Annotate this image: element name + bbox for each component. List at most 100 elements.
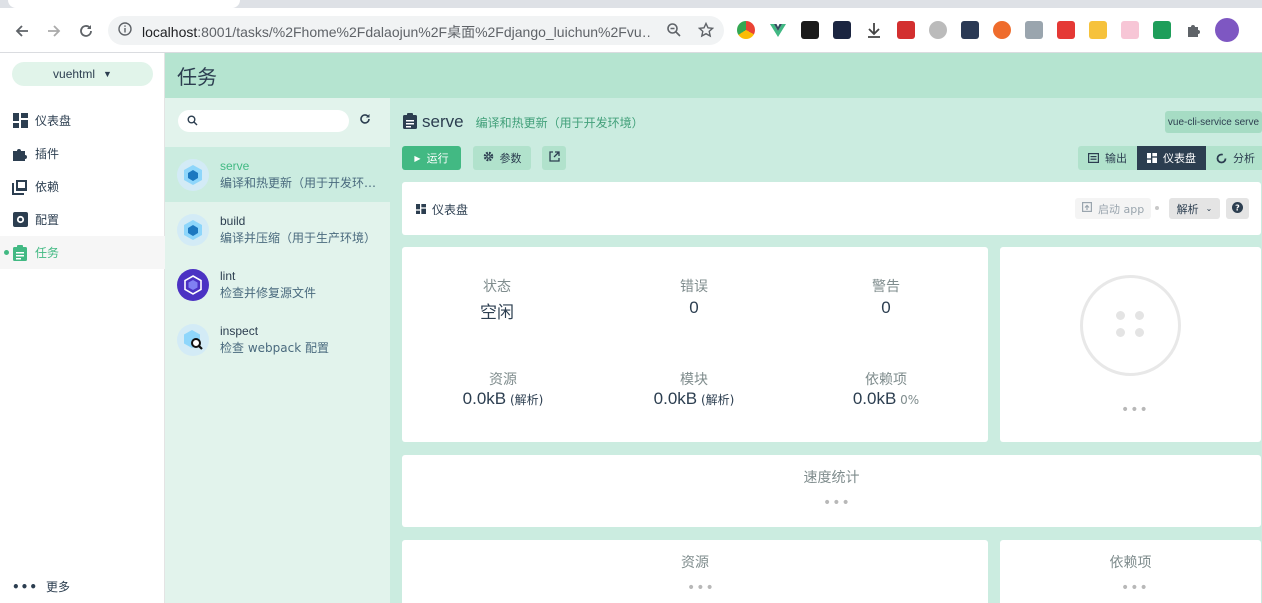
nav-item-dashboard[interactable]: 仪表盘 — [0, 104, 165, 137]
extension-icon[interactable] — [897, 21, 915, 39]
run-label: 运行 — [426, 152, 449, 165]
stat-label: 错误 — [680, 279, 708, 295]
more-icon: ••• — [12, 579, 39, 594]
eslint-icon — [177, 269, 209, 301]
zoom-icon[interactable] — [666, 22, 682, 41]
task-description: 检查 webpack 配置 — [220, 341, 329, 355]
section-title: 速度统计 — [803, 470, 860, 486]
site-info-icon[interactable] — [118, 22, 132, 39]
browser-active-tab[interactable] — [8, 0, 240, 8]
stat-note: 0% — [900, 393, 920, 407]
more-button[interactable]: ••• 更多 — [12, 578, 70, 595]
back-icon[interactable] — [11, 20, 33, 42]
extension-icon[interactable] — [1153, 21, 1171, 39]
extension-icon[interactable] — [993, 21, 1011, 39]
left-sidebar: vuehtml ▼ 仪表盘 插件 依赖 配置 任务 ••• 更多 — [0, 53, 165, 603]
reload-icon[interactable] — [75, 20, 97, 42]
tab-output[interactable]: 输出 — [1078, 146, 1137, 170]
library-icon — [12, 179, 28, 195]
puzzle-icon — [12, 146, 28, 162]
svg-text:?: ? — [1235, 203, 1240, 212]
dashboard-title-text: 仪表盘 — [432, 203, 469, 217]
webpack-icon — [177, 214, 209, 246]
extension-icon[interactable] — [833, 21, 851, 39]
dashboard-title: 仪表盘 — [416, 201, 468, 218]
extension-icon[interactable] — [1121, 21, 1139, 39]
params-button[interactable]: 参数 — [473, 146, 531, 170]
stat-value: 0.0kB — [653, 389, 698, 408]
dashboard-icon — [416, 203, 432, 217]
profile-avatar[interactable] — [1215, 18, 1239, 42]
dashboard-icon — [12, 113, 28, 129]
run-button[interactable]: ▶ 运行 — [402, 146, 461, 170]
stat-value: 0 — [689, 298, 699, 317]
nav-item-dependencies[interactable]: 依赖 — [0, 170, 165, 203]
dependencies-card: 依赖项 ••• — [1000, 540, 1261, 603]
mode-select-value: 解析 — [1176, 202, 1199, 216]
task-detail: serve 编译和热更新（用于开发环境） vue-cli-service ser… — [390, 98, 1262, 603]
help-icon: ? — [1232, 201, 1243, 216]
loading-indicator: ••• — [1121, 402, 1149, 418]
tab-label: 分析 — [1233, 152, 1255, 165]
idle-face-icon — [1080, 275, 1181, 376]
tab-label: 输出 — [1105, 152, 1127, 165]
task-item-serve[interactable]: serve 编译和热更新（用于开发环境） — [165, 147, 390, 202]
nav-item-label: 任务 — [35, 246, 60, 260]
nav-item-label: 依赖 — [35, 180, 60, 194]
view-tabs: 输出 仪表盘 分析 — [1078, 146, 1262, 170]
dashboard-icon — [1147, 153, 1157, 163]
download-icon[interactable] — [865, 21, 883, 39]
stat-label: 依赖项 — [865, 372, 907, 388]
forward-icon[interactable] — [43, 20, 65, 42]
search-icon — [187, 115, 198, 129]
assets-card: 资源 ••• — [402, 540, 988, 603]
start-app-button[interactable]: 启动 app — [1075, 198, 1152, 219]
extension-icon[interactable] — [1057, 21, 1075, 39]
bookmark-star-icon[interactable] — [697, 21, 715, 41]
help-button[interactable]: ? — [1226, 198, 1249, 219]
vue-devtools-icon[interactable] — [769, 21, 787, 39]
project-name: vuehtml — [53, 67, 96, 81]
build-stats-card: 状态 空闲 错误 0 警告 0 资源 0.0kB (解析) 模块 0.0kB (… — [402, 247, 988, 442]
project-selector[interactable]: vuehtml ▼ — [12, 62, 153, 86]
url-text: localhost:8001/tasks/%2Fhome%2Fdalaojun%… — [142, 24, 652, 40]
chrome-extension-icon[interactable] — [737, 21, 755, 39]
open-in-new-icon — [548, 151, 560, 165]
nav-item-configuration[interactable]: 配置 — [0, 203, 165, 236]
image-extension-icon[interactable] — [1025, 21, 1043, 39]
task-item-build[interactable]: build 编译并压缩（用于生产环境） — [165, 202, 390, 257]
nav-item-label: 配置 — [35, 213, 60, 227]
chevron-down-icon: ⌄ — [1205, 204, 1213, 213]
extension-icon[interactable] — [1089, 21, 1107, 39]
webpack-icon — [177, 159, 209, 191]
stat-value: 0.0kB — [852, 389, 897, 408]
task-item-lint[interactable]: lint 检查并修复源文件 — [165, 257, 390, 312]
open-external-button[interactable] — [542, 146, 566, 170]
task-name: inspect — [220, 324, 259, 338]
stat-status: 状态 空闲 — [402, 276, 592, 323]
command-badge: vue-cli-service serve — [1165, 111, 1262, 133]
stat-value: 空闲 — [480, 303, 514, 323]
extension-icon[interactable] — [961, 21, 979, 39]
inspect-icon — [177, 324, 209, 356]
stat-label: 状态 — [483, 279, 511, 295]
tab-dashboard[interactable]: 仪表盘 — [1137, 146, 1206, 170]
extension-icon[interactable] — [801, 21, 819, 39]
tab-analyze[interactable]: 分析 — [1206, 146, 1262, 170]
nav-item-tasks[interactable]: 任务 — [0, 236, 165, 269]
task-title: serve — [422, 112, 464, 131]
start-app-label: 启动 app — [1098, 202, 1145, 216]
nav-item-plugins[interactable]: 插件 — [0, 137, 165, 170]
puzzle-extensions-icon[interactable] — [1185, 21, 1203, 39]
extension-icon[interactable] — [929, 21, 947, 39]
browser-tab-strip — [0, 0, 1262, 8]
gear-icon — [483, 151, 494, 165]
refresh-icon[interactable] — [359, 113, 371, 128]
loading-indicator: ••• — [823, 495, 851, 511]
mode-select[interactable]: 解析 ⌄ — [1169, 198, 1220, 219]
status-indicator-card: ••• — [1000, 247, 1261, 442]
address-bar[interactable]: localhost:8001/tasks/%2Fhome%2Fdalaojun%… — [108, 16, 724, 45]
task-search-input[interactable] — [178, 110, 349, 132]
task-item-inspect[interactable]: inspect 检查 webpack 配置 — [165, 312, 390, 367]
stat-assets: 资源 0.0kB (解析) — [408, 369, 598, 409]
